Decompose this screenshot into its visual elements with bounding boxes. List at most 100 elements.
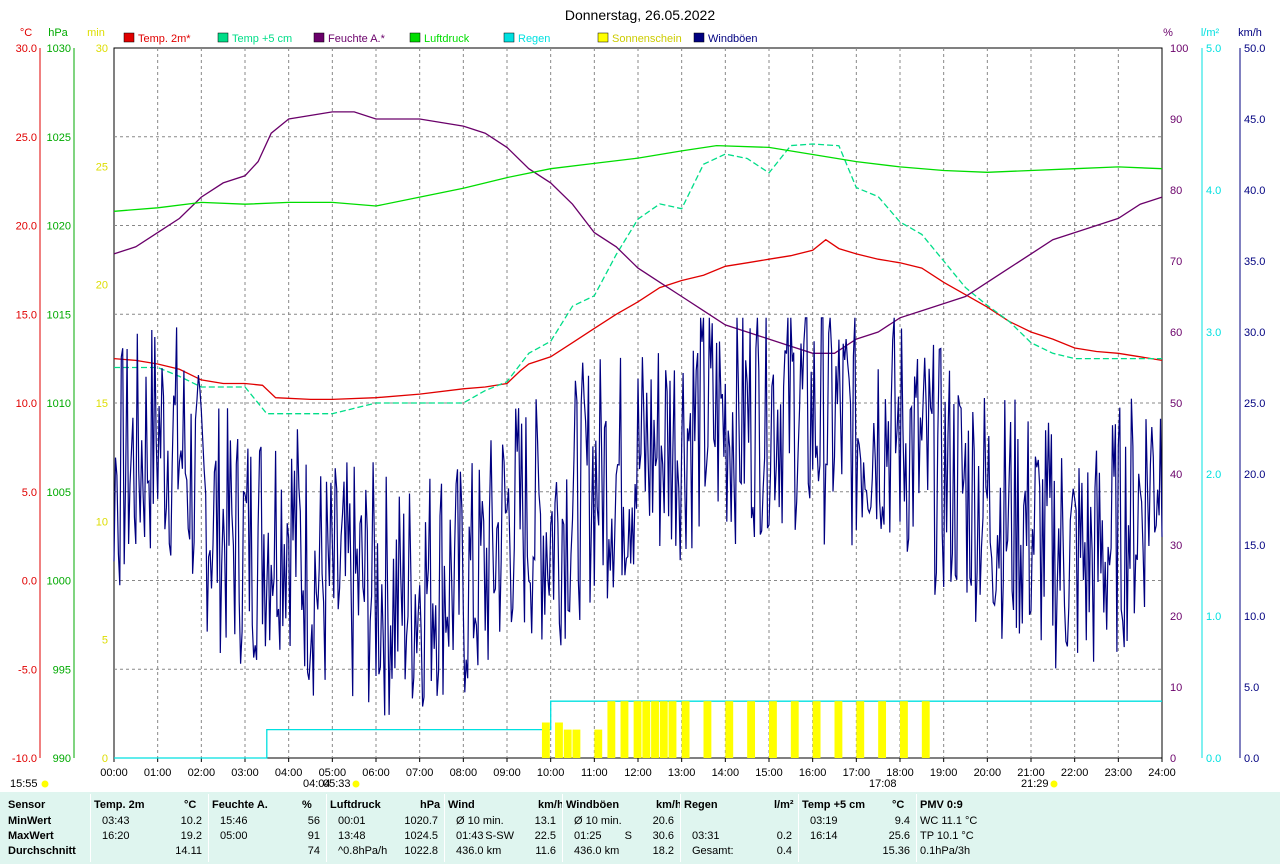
legend-swatch [217, 32, 229, 43]
sunshine-bars [541, 701, 930, 758]
wind-tick-label: 15.0 [1244, 540, 1265, 552]
sunshine-bar [834, 701, 843, 758]
right-axes: % l/m² km/h10090807060504030201005.04.03.0… [1163, 27, 1265, 765]
stat-value: 9.4 [894, 815, 910, 827]
temp-unit-label: °C [20, 27, 32, 39]
x-tick-label: 14:00 [712, 767, 740, 779]
temp-tick-label: -5.0 [18, 664, 37, 676]
temp-tick-label: 20.0 [16, 221, 37, 233]
sunshine-bar [541, 722, 550, 758]
legend-label: Regen [518, 33, 550, 45]
pressure-tick-label: 1010 [47, 398, 71, 410]
stat-unit: l/m² [774, 799, 794, 811]
stat-header: Temp +5 cm [802, 799, 866, 811]
stat-separator [680, 794, 681, 862]
stat-value: 56 [307, 815, 320, 827]
sunshine-bar [563, 729, 572, 758]
stat-value: 13.1 [534, 815, 556, 827]
x-tick-label: 24:00 [1148, 767, 1176, 779]
legend-label: Luftdruck [424, 33, 470, 45]
stat-row-label: MinWert [8, 815, 52, 827]
stat-separator [444, 794, 445, 862]
stat-time: 05:00 [220, 830, 248, 842]
x-tick-label: 23:00 [1105, 767, 1133, 779]
rain-tick-label: 2.0 [1206, 469, 1221, 481]
temp-tick-label: 30.0 [16, 43, 37, 55]
x-tick-label: 09:00 [493, 767, 521, 779]
sunshine-bar [747, 701, 756, 758]
stat-time: ^0.8hPa/h [338, 845, 388, 857]
x-tick-label: 13:00 [668, 767, 696, 779]
pressure-line [113, 144, 1163, 212]
sun-markers: 15:55 04:0405:33 17:08 21:29 [10, 778, 1058, 790]
legend-label: Feuchte A.* [328, 33, 386, 45]
x-tick-label: 22:00 [1061, 767, 1089, 779]
wind-tick-label: 0.0 [1244, 753, 1259, 765]
stat-pmv: TP 10.1 °C [920, 830, 974, 842]
legend-label: Windböen [708, 33, 758, 45]
stat-value: 1022.8 [404, 845, 438, 857]
x-axis: 00:00 01:00 02:00 03:00 04:00 05:00 06:00 07:00… [100, 758, 1176, 779]
minutes-tick-label: 30 [96, 43, 108, 55]
minutes-tick-label: 15 [96, 398, 108, 410]
pressure-tick-label: 1015 [47, 309, 71, 321]
humidity-tick-label: 10 [1170, 682, 1182, 694]
stat-time: 03:43 [102, 815, 130, 827]
marker-17: 17:08 [869, 778, 897, 790]
minutes-tick-label: 25 [96, 161, 108, 173]
stat-value: 11.6 [535, 845, 556, 857]
rain-tick-label: 4.0 [1206, 185, 1221, 197]
stat-value: 18.2 [652, 845, 674, 857]
stat-time: Gesamt: [692, 845, 734, 857]
wind-tick-label: 5.0 [1244, 682, 1259, 694]
pressure-tick-label: 1025 [47, 132, 71, 144]
legend-swatch [123, 32, 135, 43]
minutes-tick-label: 0 [102, 753, 108, 765]
pressure-tick-label: 1005 [47, 487, 71, 499]
legend-swatch [597, 32, 609, 43]
chart-legend: Temp. 2m* Temp +5 cm Feuchte A.* Luftdruck R… [123, 32, 758, 45]
legend-label: Temp. 2m* [138, 33, 191, 45]
wind-tick-label: 45.0 [1244, 114, 1265, 126]
pressure-tick-label: 1000 [47, 576, 71, 588]
sunshine-bar [921, 701, 930, 758]
stat-value: 0.2 [776, 830, 792, 842]
rain-tick-label: 5.0 [1206, 43, 1221, 55]
humidity-tick-label: 30 [1170, 540, 1182, 552]
stat-value: 15.36 [882, 845, 910, 857]
stat-time: Ø 10 min. [574, 815, 622, 827]
stat-pmv: 0.1hPa/3h [920, 845, 971, 857]
stat-time: 16:20 [102, 830, 130, 842]
humidity-tick-label: 0 [1170, 753, 1176, 765]
stat-header: PMV 0:9 [920, 799, 963, 811]
stat-separator [326, 794, 327, 862]
sunrise-time-2: 05:33 [323, 778, 351, 790]
legend-swatch [693, 32, 705, 43]
humidity-tick-label: 60 [1170, 327, 1182, 339]
pressure-tick-label: 1030 [47, 43, 71, 55]
stat-header: Windböen [566, 799, 620, 811]
humidity-unit-label: % [1163, 27, 1173, 39]
temp-tick-label: -10.0 [12, 753, 37, 765]
left-axes: °C hPa min 30.0 25.0 20.0 15.0 10.0 5.0 0.0 -5.0 -1… [12, 27, 108, 765]
stat-value: 20.6 [652, 815, 674, 827]
sunshine-bar [856, 701, 865, 758]
stats-table: Sensor Temp. 2m °C Feuchte A.% Luftdruck hPa W… [0, 792, 1280, 864]
sunshine-bar [878, 701, 887, 758]
weather-chart: Donnerstag, 26.05.2022 °C hPa min 30.0 25.0 2… [10, 7, 1265, 790]
rain-tick-label: 0.0 [1206, 753, 1221, 765]
x-tick-label: 08:00 [450, 767, 478, 779]
sunshine-bar [555, 722, 563, 758]
stat-separator [916, 794, 917, 862]
stat-header: Temp. 2m [94, 799, 145, 811]
stat-row-label: MaxWert [8, 830, 54, 842]
stat-value: 91 [307, 830, 320, 842]
x-tick-label: 20:00 [974, 767, 1002, 779]
stat-header: Regen [684, 799, 718, 811]
stat-unit: km/h [538, 799, 564, 811]
stat-time: 03:19 [810, 815, 838, 827]
sunshine-bar [651, 701, 659, 758]
stat-header: Sensor [8, 799, 46, 811]
stat-value: 1024.5 [404, 830, 438, 842]
x-tick-label: 11:00 [581, 767, 608, 779]
